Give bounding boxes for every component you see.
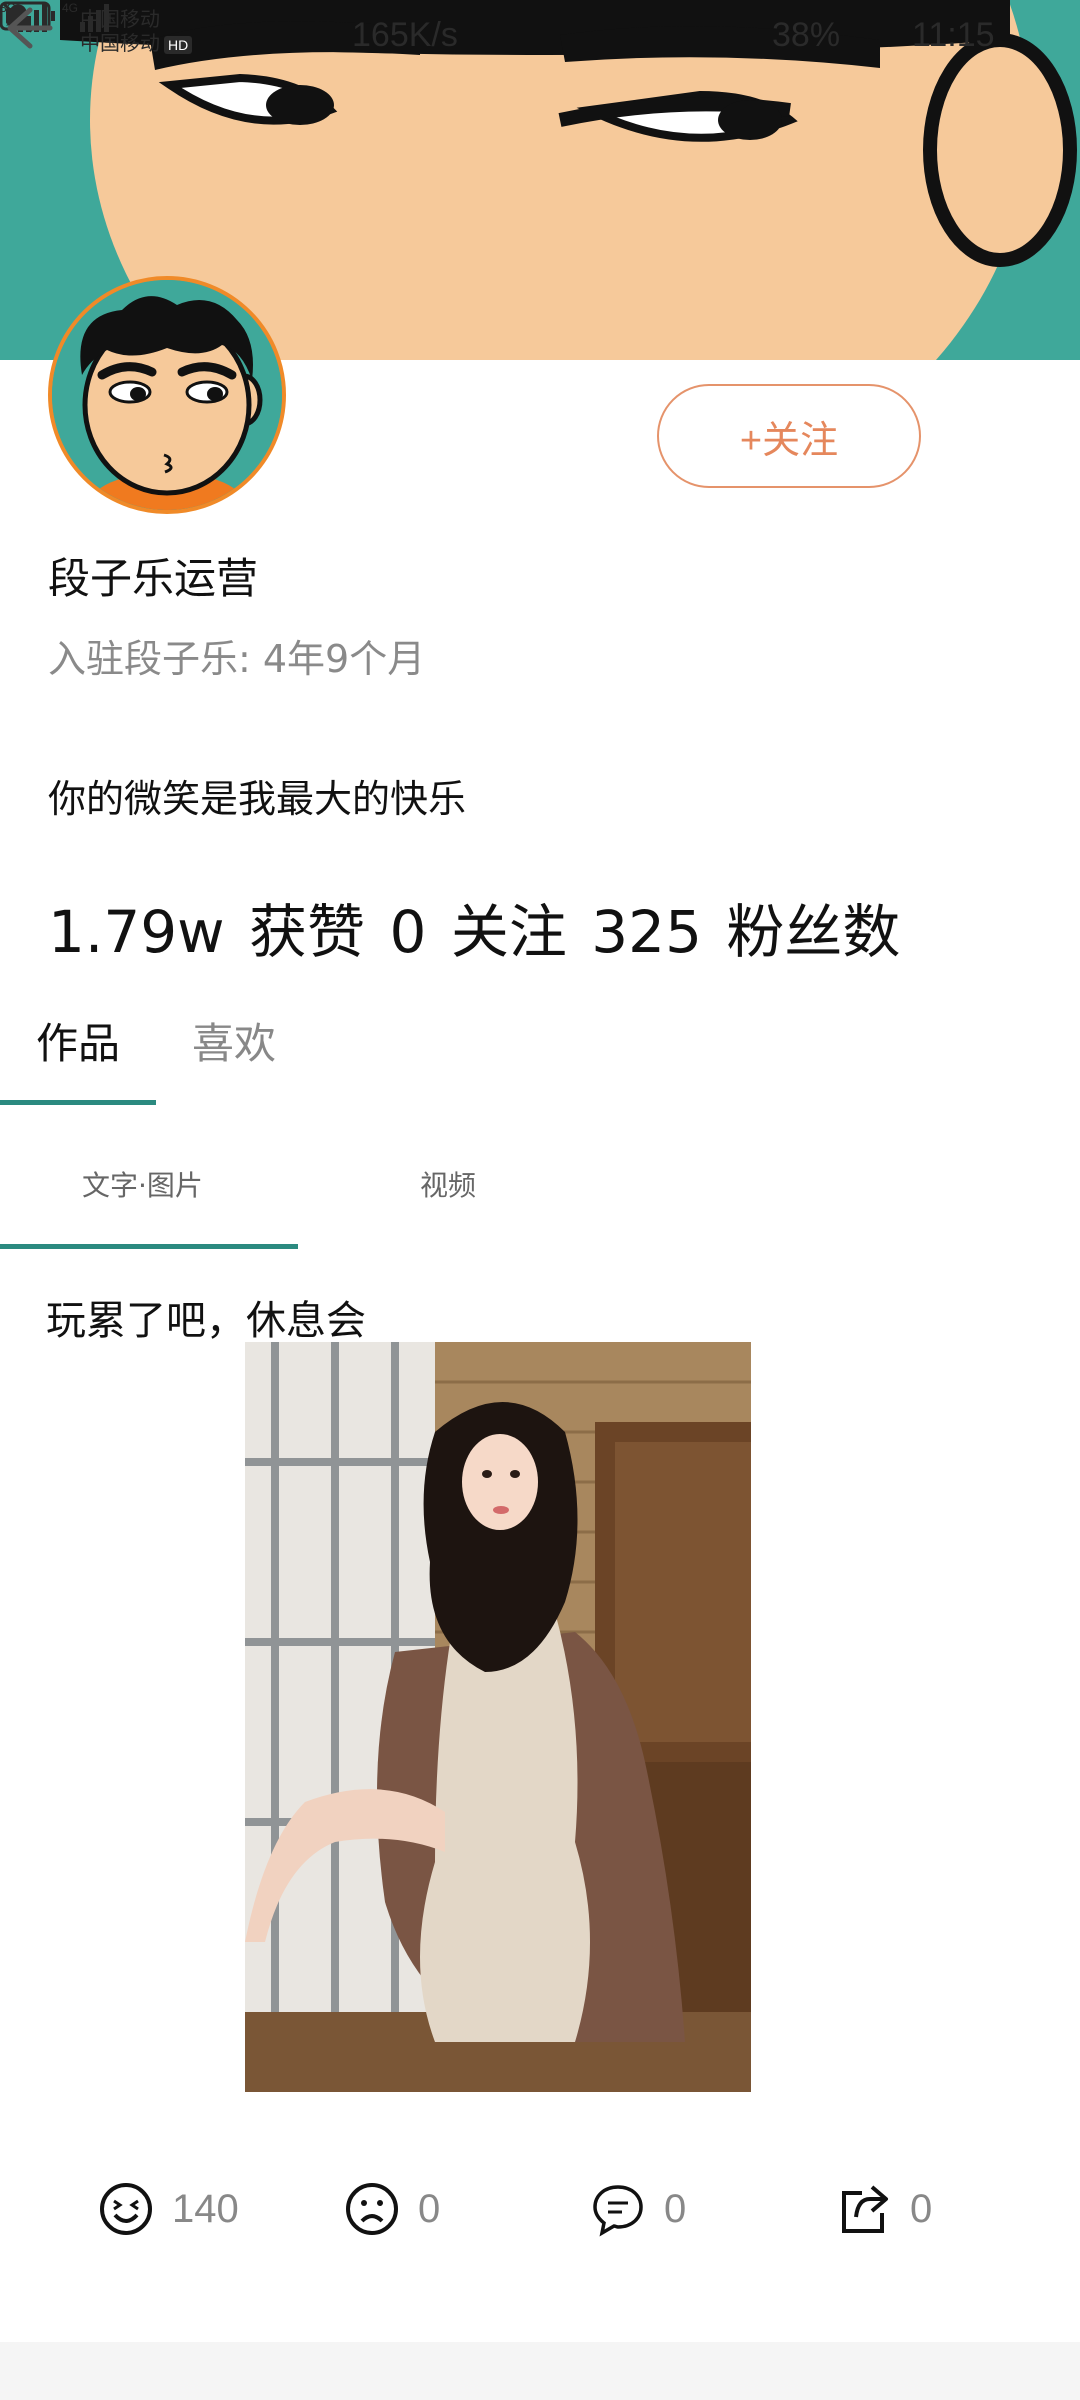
comment-icon [593,2185,643,2237]
share-button[interactable]: 0 [836,2176,932,2242]
likes-count: 1.79w [48,898,225,966]
next-post-divider [0,2342,1080,2400]
post-photo [245,1342,751,2092]
clock: 11:15 [912,16,995,54]
followers-count[interactable]: 325 [591,898,702,966]
post-image[interactable] [245,1342,751,2092]
follow-button[interactable]: +关注 [657,384,921,488]
active-tab-indicator [0,1100,156,1105]
profile-stats: 1.79w 获赞 0 关注 325 粉丝数 [48,885,906,969]
laugh-reaction[interactable]: 140 [98,2176,239,2242]
cartoon-avatar-image [52,280,282,510]
status-bar: 中国移动 中国移动HD 3G 4G 165K/s 38% 11:15 [0,0,1080,80]
network-speed: 165K/s [352,16,458,54]
battery-percentage: 38% [772,16,841,54]
share-icon [842,2185,888,2233]
sad-count: 0 [418,2186,441,2231]
subtab-videos[interactable]: 视频 [420,1164,476,1204]
back-arrow-icon[interactable] [0,0,56,56]
signal-2-label: 4G [62,1,78,15]
tab-likes[interactable]: 喜欢 [192,1010,276,1071]
bio: 你的微笑是我最大的快乐 [48,777,467,821]
following-count[interactable]: 0 [389,898,426,966]
share-count: 0 [910,2186,933,2231]
laugh-icon [100,2183,152,2235]
active-subtab-indicator [0,1244,298,1249]
comment-count: 0 [664,2186,687,2231]
following-label[interactable]: 关注 [451,898,567,966]
laugh-count: 140 [172,2186,239,2231]
followers-label[interactable]: 粉丝数 [726,898,900,966]
username: 段子乐运营 [48,554,259,603]
avatar[interactable] [48,276,286,514]
comment-button[interactable]: 0 [590,2176,686,2242]
join-info: 入驻段子乐: 4年9个月 [48,637,426,681]
post-title: 玩累了吧，休息会 [46,1298,366,1344]
hd-badge: HD [164,36,193,54]
sad-reaction[interactable]: 0 [344,2176,440,2242]
likes-label: 获赞 [249,898,366,966]
tab-works[interactable]: 作品 [36,1010,120,1071]
subtab-text-images[interactable]: 文字·图片 [82,1164,203,1204]
sad-icon [346,2183,398,2235]
